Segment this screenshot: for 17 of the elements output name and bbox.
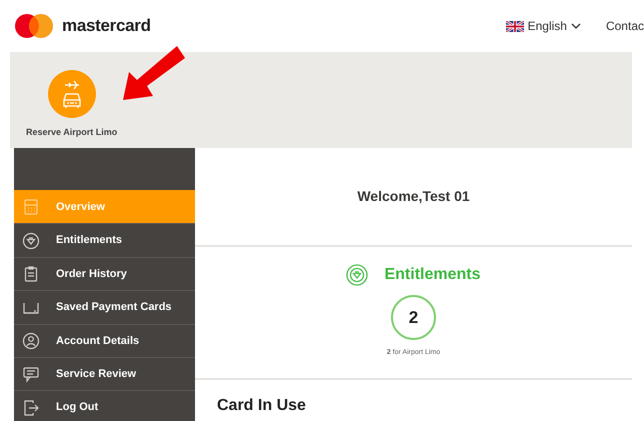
calculator-icon (22, 198, 40, 216)
welcome-text: Welcome,Test 01 (357, 187, 470, 206)
person-icon (22, 332, 40, 350)
chat-icon (22, 365, 40, 384)
service-label: Reserve Airport Limo (26, 126, 118, 139)
service-button[interactable] (48, 70, 96, 118)
chevron-down-icon (570, 23, 581, 29)
language-dropdown[interactable]: English (504, 16, 582, 36)
clipboard-icon (22, 264, 40, 283)
entitlement-count: 2 (391, 295, 436, 340)
logo-icon (14, 13, 54, 39)
logout-icon (22, 398, 40, 417)
flag-icon (506, 20, 524, 32)
brand-name[interactable]: mastercard (62, 13, 151, 39)
section-title: Entitlements (384, 265, 480, 285)
section-title: Card In Use (217, 397, 306, 414)
contact-link[interactable]: Contac (606, 17, 644, 35)
